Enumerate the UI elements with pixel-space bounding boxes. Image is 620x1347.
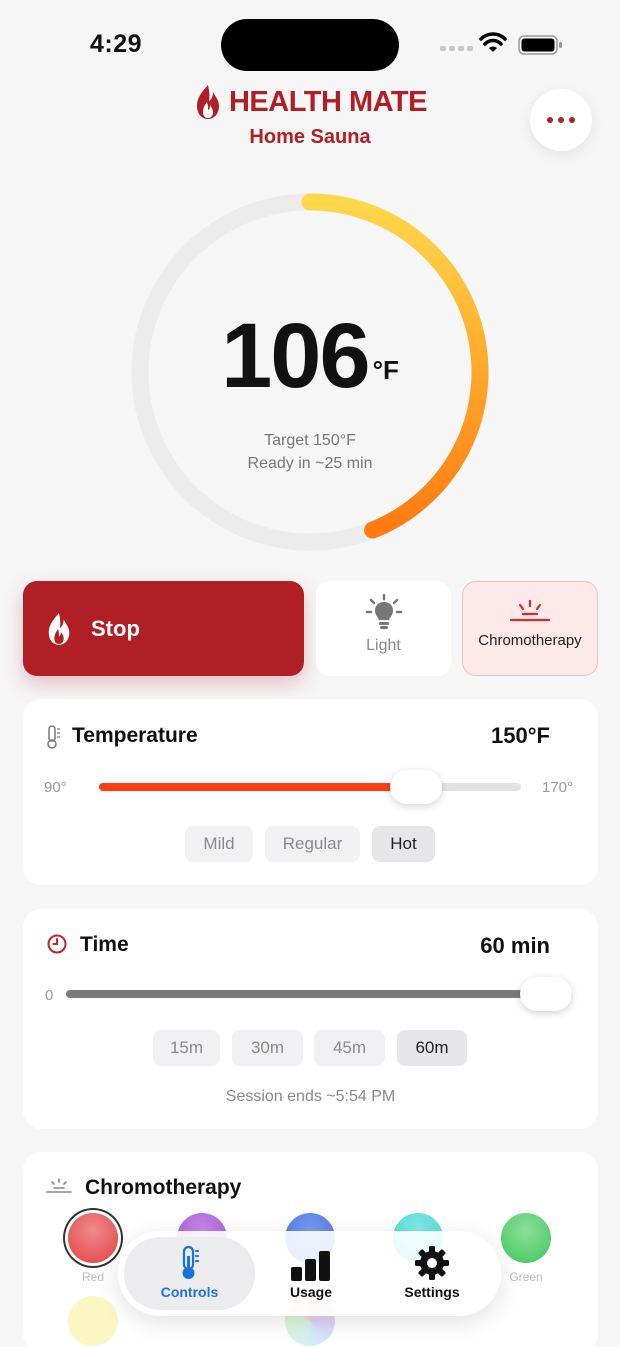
temperature-title: Temperature bbox=[72, 724, 198, 747]
brand-name: HEALTH MATE bbox=[228, 85, 428, 118]
chromotherapy-label: Chromotherapy bbox=[478, 632, 582, 649]
preset-45m-button[interactable]: 45m bbox=[314, 1030, 385, 1066]
stop-label: Stop bbox=[91, 615, 140, 641]
bar-chart-icon bbox=[291, 1251, 330, 1281]
temperature-card: Temperature 150°F 90° 170° Mild Regular … bbox=[23, 699, 598, 885]
time-card: Time 60 min 0 60 15m 30m 45m 60m Session… bbox=[23, 909, 598, 1129]
gear-icon bbox=[415, 1246, 449, 1280]
time-value: 60 min bbox=[480, 933, 550, 958]
battery-icon bbox=[518, 35, 562, 55]
tab-controls[interactable]: Controls bbox=[124, 1237, 255, 1310]
brand-subtitle: Home Sauna bbox=[249, 126, 371, 148]
tab-controls-label: Controls bbox=[160, 1284, 219, 1300]
thermometer-icon bbox=[47, 725, 60, 749]
light-button[interactable]: Light bbox=[316, 581, 451, 676]
preset-mild-button[interactable]: Mild bbox=[185, 826, 253, 862]
ready-time-text: Ready in ~25 min bbox=[247, 455, 373, 472]
time-slider-thumb[interactable] bbox=[520, 977, 572, 1011]
clock-icon bbox=[47, 934, 67, 954]
time-slider-fill bbox=[66, 990, 546, 998]
more-options-button[interactable] bbox=[530, 89, 592, 151]
dynamic-island bbox=[221, 19, 399, 71]
flame-logo-icon bbox=[196, 85, 219, 119]
thermometer-icon bbox=[182, 1245, 199, 1279]
lightbulb-icon bbox=[365, 593, 402, 629]
preset-60m-button[interactable]: 60m bbox=[397, 1030, 467, 1066]
tab-settings-label: Settings bbox=[404, 1284, 460, 1300]
time-min-label: 0 bbox=[45, 987, 54, 1004]
temperature-slider-fill bbox=[99, 783, 416, 791]
tab-usage-label: Usage bbox=[289, 1284, 333, 1300]
current-temperature: 106 bbox=[221, 305, 370, 407]
tab-settings[interactable]: Settings bbox=[384, 1237, 480, 1310]
chromotherapy-button[interactable]: Chromotherapy bbox=[462, 581, 598, 676]
temperature-slider-track[interactable] bbox=[99, 783, 521, 791]
sunrise-icon bbox=[509, 600, 551, 622]
light-label: Light bbox=[366, 637, 401, 654]
tab-bar: Controls Usage Settings bbox=[118, 1231, 501, 1316]
temperature-unit: °F bbox=[372, 355, 399, 385]
preset-hot-button[interactable]: Hot bbox=[372, 826, 435, 862]
preset-30m-button[interactable]: 30m bbox=[232, 1030, 303, 1066]
temperature-slider-thumb[interactable] bbox=[389, 770, 442, 804]
flame-icon bbox=[48, 612, 70, 645]
cellular-signal-icon bbox=[440, 46, 473, 51]
color-label-green: Green bbox=[509, 1270, 543, 1284]
preset-15m-button[interactable]: 15m bbox=[153, 1030, 220, 1066]
time-title: Time bbox=[80, 933, 129, 956]
brand-header: HEALTH MATE Home Sauna bbox=[0, 84, 620, 149]
status-bar: 4:29 bbox=[0, 0, 620, 88]
more-dot-icon bbox=[569, 117, 575, 123]
temperature-min-label: 90° bbox=[44, 779, 67, 796]
tab-usage[interactable]: Usage bbox=[266, 1237, 356, 1310]
chromotherapy-title: Chromotherapy bbox=[85, 1176, 242, 1199]
stop-button[interactable]: Stop bbox=[23, 581, 304, 676]
status-time: 4:29 bbox=[90, 30, 143, 58]
color-swatch-green[interactable] bbox=[501, 1213, 551, 1263]
more-dot-icon bbox=[558, 117, 564, 123]
sunrise-icon bbox=[46, 1178, 72, 1193]
session-end-text: Session ends ~5:54 PM bbox=[225, 1088, 396, 1105]
time-slider-track[interactable] bbox=[66, 990, 546, 998]
temperature-max-label: 170° bbox=[542, 779, 574, 796]
more-dot-icon bbox=[547, 117, 553, 123]
temperature-gauge: 106 °F Target 150°F Ready in ~25 min bbox=[130, 192, 490, 552]
wifi-icon bbox=[479, 32, 507, 52]
color-swatch-red[interactable] bbox=[68, 1213, 118, 1263]
target-temperature-text: Target 150°F bbox=[264, 432, 356, 449]
color-swatch-yellow[interactable] bbox=[68, 1296, 118, 1346]
temperature-value: 150°F bbox=[491, 723, 550, 748]
preset-regular-button[interactable]: Regular bbox=[265, 826, 360, 862]
